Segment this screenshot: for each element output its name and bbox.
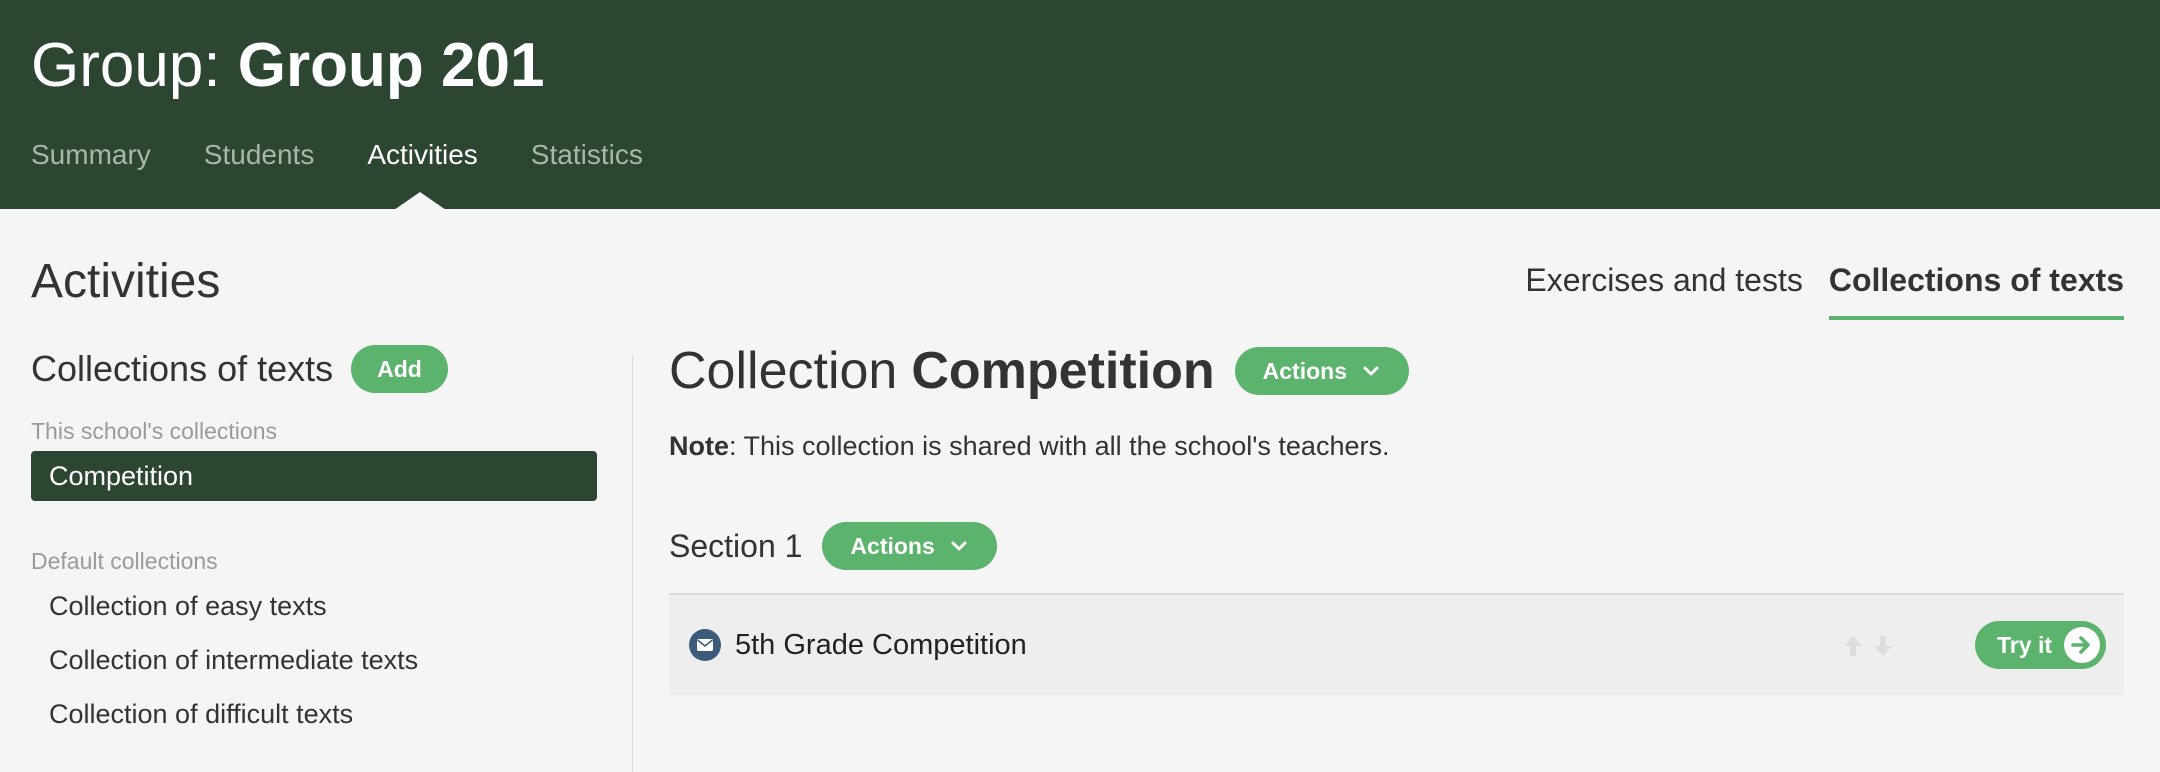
sidebar-item-competition[interactable]: Competition: [31, 451, 597, 501]
sidebar-item-difficult-texts[interactable]: Collection of difficult texts: [31, 689, 597, 739]
sidebar-group-label-school: This school's collections: [31, 418, 277, 444]
collection-label: Collection: [669, 342, 898, 400]
item-title: 5th Grade Competition: [735, 628, 1027, 661]
view-switch: Exercises and tests Collections of texts: [1499, 258, 2124, 320]
collection-name: Competition: [911, 342, 1215, 400]
add-collection-button[interactable]: Add: [351, 345, 448, 393]
note-text: : This collection is shared with all the…: [729, 431, 1390, 461]
header: Group: Group 201 Summary Students Activi…: [0, 0, 2160, 210]
sidebar: Collections of texts Add This school's c…: [31, 345, 597, 739]
arrow-up-icon[interactable]: [1841, 633, 1865, 659]
sidebar-group-label-default: Default collections: [31, 548, 218, 574]
group-nav: Summary Students Activities Statistics: [31, 135, 696, 175]
note-label: Note: [669, 431, 729, 461]
chevron-down-icon: [1363, 366, 1379, 376]
group-title-prefix: Group:: [31, 31, 221, 100]
try-it-button[interactable]: Try it: [1975, 621, 2106, 669]
page-header-title: Group: Group 201: [31, 30, 544, 102]
tab-activities[interactable]: Activities: [367, 135, 477, 175]
view-tab-exercises[interactable]: Exercises and tests: [1525, 258, 1802, 320]
tab-students[interactable]: Students: [204, 135, 315, 175]
sidebar-heading-label: Collections of texts: [31, 348, 334, 389]
section-header: Section 1 Actions: [669, 521, 2124, 571]
arrow-down-icon[interactable]: [1871, 633, 1895, 659]
sidebar-heading: Collections of texts Add: [31, 345, 597, 393]
sidebar-item-intermediate-texts[interactable]: Collection of intermediate texts: [31, 635, 597, 685]
view-tab-collections[interactable]: Collections of texts: [1828, 258, 2124, 320]
section-actions-label: Actions: [850, 532, 935, 559]
list-item: 5th Grade Competition Try it: [669, 593, 2124, 695]
envelope-icon: [689, 629, 721, 661]
sidebar-item-easy-texts[interactable]: Collection of easy texts: [31, 581, 597, 631]
group-name: Group 201: [237, 31, 545, 100]
collection-note: Note: This collection is shared with all…: [669, 428, 2124, 464]
arrow-right-icon: [2064, 627, 2100, 663]
collection-actions-button[interactable]: Actions: [1234, 347, 1409, 395]
reorder-arrows: [1841, 633, 1901, 659]
active-tab-indicator: [394, 192, 446, 210]
page-title: Activities: [31, 255, 221, 308]
collection-actions-label: Actions: [1262, 357, 1347, 384]
chevron-down-icon: [951, 541, 967, 551]
collection-heading: Collection Competition Actions: [669, 340, 2124, 402]
try-it-label: Try it: [1997, 631, 2052, 658]
column-divider: [632, 355, 633, 772]
main-content: Collection Competition Actions Note: Thi…: [669, 340, 2124, 695]
tab-summary[interactable]: Summary: [31, 135, 151, 175]
section-title: Section 1: [669, 527, 803, 564]
tab-statistics[interactable]: Statistics: [531, 135, 643, 175]
section-actions-button[interactable]: Actions: [822, 522, 997, 570]
